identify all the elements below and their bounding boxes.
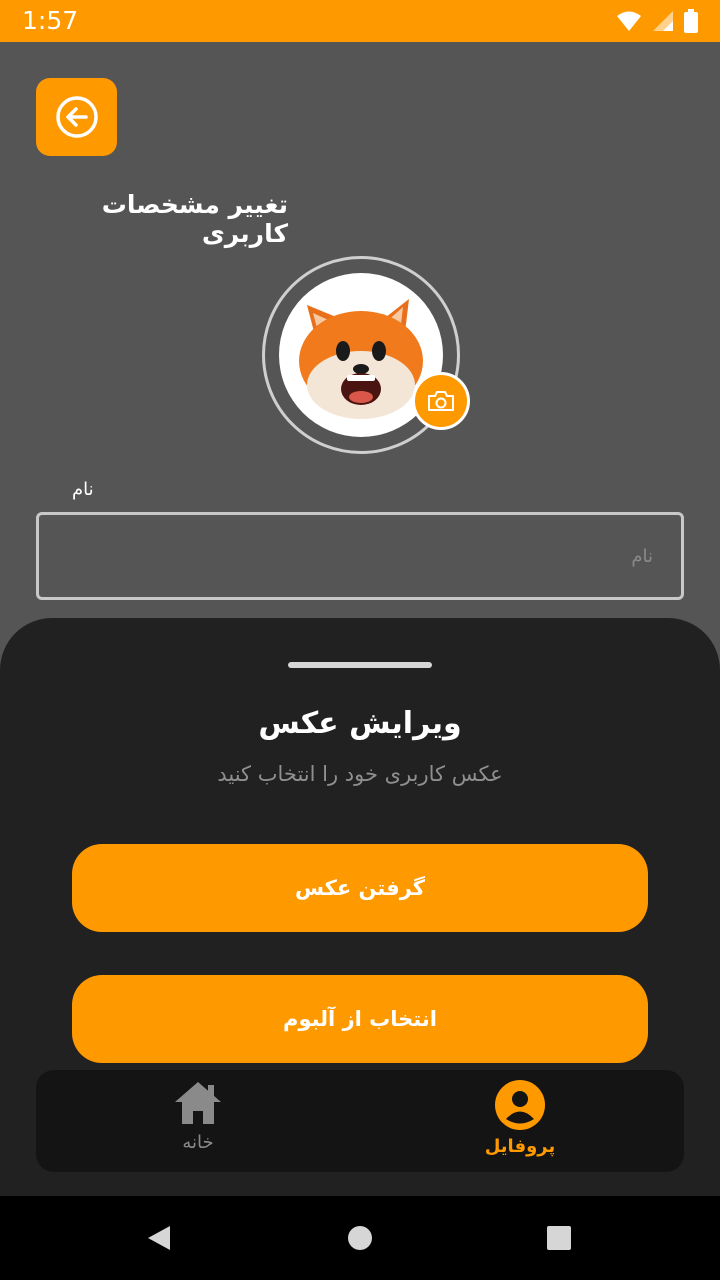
- profile-icon: [495, 1080, 545, 1130]
- nav-item-home[interactable]: خانه: [138, 1080, 258, 1168]
- choose-from-album-button[interactable]: انتخاب از آلبوم: [72, 975, 648, 1063]
- signal-icon: [653, 11, 673, 31]
- change-photo-button[interactable]: [412, 372, 470, 430]
- name-input[interactable]: [36, 512, 684, 600]
- back-triangle-icon[interactable]: [146, 1224, 172, 1252]
- nav-label-profile: پروفایل: [484, 1136, 556, 1157]
- home-circle-icon[interactable]: [347, 1225, 373, 1251]
- system-nav-bar: [0, 1196, 720, 1280]
- back-button[interactable]: [36, 78, 117, 156]
- sheet-drag-handle[interactable]: [288, 662, 432, 668]
- wifi-icon: [617, 11, 641, 31]
- sheet-subtitle: عکس کاربری خود را انتخاب کنید: [217, 762, 503, 786]
- status-icons: [616, 9, 698, 33]
- bottom-nav: خانه پروفایل: [36, 1070, 684, 1172]
- recents-square-icon[interactable]: [546, 1225, 572, 1251]
- page-title: تغییر مشخصات کاربری: [101, 190, 288, 248]
- camera-icon: [428, 391, 454, 411]
- nav-label-home: خانه: [182, 1132, 214, 1153]
- status-time: 1:57: [22, 6, 79, 35]
- sheet-title: ویرایش عکس: [258, 706, 462, 741]
- back-arrow-icon: [55, 96, 98, 138]
- home-icon: [175, 1082, 221, 1124]
- battery-icon: [684, 9, 698, 33]
- status-bar: 1:57: [0, 0, 720, 42]
- name-label: نام: [72, 479, 94, 500]
- nav-item-profile[interactable]: پروفایل: [460, 1080, 580, 1168]
- take-photo-button[interactable]: گرفتن عکس: [72, 844, 648, 932]
